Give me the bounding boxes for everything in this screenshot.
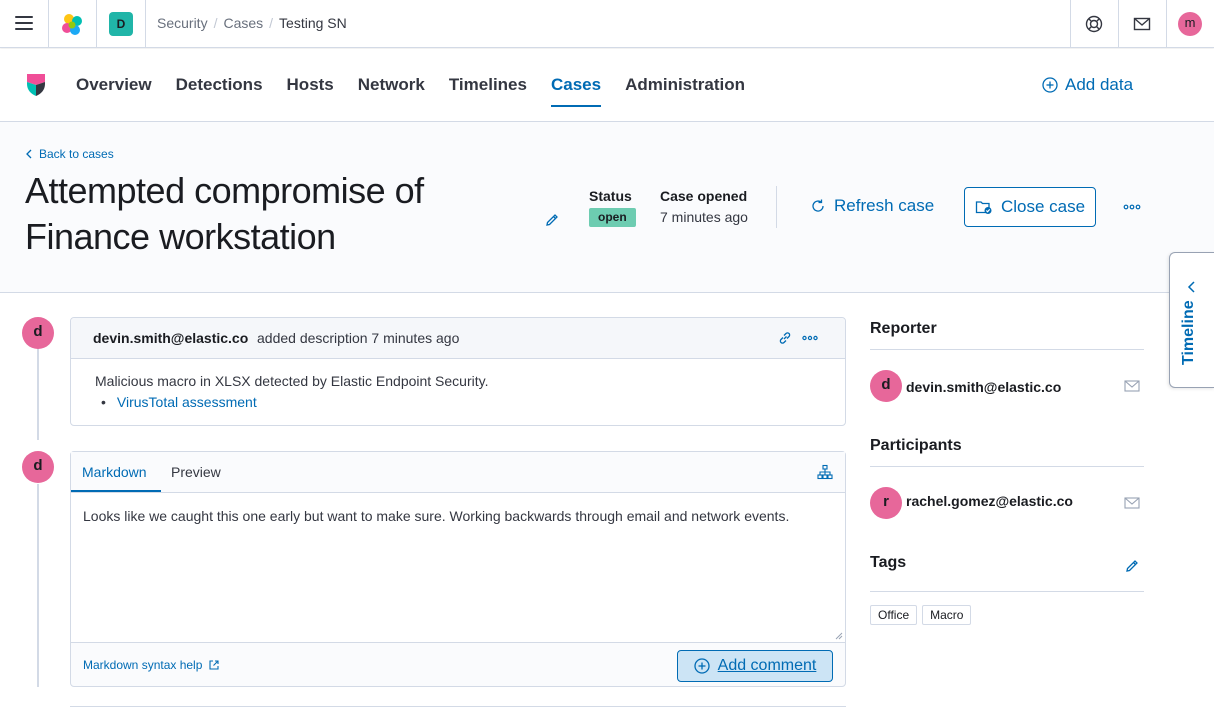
status-label: Status xyxy=(589,188,632,204)
tag-list: Office Macro xyxy=(870,605,972,625)
link-icon[interactable] xyxy=(777,330,793,346)
back-to-cases-label: Back to cases xyxy=(39,147,114,161)
tools-icon[interactable] xyxy=(817,464,833,480)
editor-tabs: Markdown Preview xyxy=(71,452,845,493)
comment-editor: Markdown Preview Looks like we caught th… xyxy=(70,451,846,687)
markdown-help-link[interactable]: Markdown syntax help xyxy=(83,658,220,672)
resize-handle-icon[interactable] xyxy=(835,632,843,640)
plus-circle-icon xyxy=(1042,77,1058,93)
status-badge: open xyxy=(589,208,636,227)
pencil-icon[interactable] xyxy=(544,212,560,228)
tab-preview[interactable]: Preview xyxy=(171,464,221,480)
avatar: d xyxy=(22,451,54,483)
mail-icon[interactable] xyxy=(1124,497,1140,509)
header-divider xyxy=(96,0,97,48)
header-divider xyxy=(1166,0,1167,48)
timeline-flyout-button[interactable]: Timeline xyxy=(1169,252,1214,388)
top-header: D Security / Cases / Testing SN m xyxy=(0,0,1214,48)
dots-icon[interactable] xyxy=(801,331,819,345)
description-text: Malicious macro in XLSX detected by Elas… xyxy=(95,373,489,389)
breadcrumb: Security / Cases / Testing SN xyxy=(157,15,347,31)
avatar: r xyxy=(870,487,902,519)
chevron-left-icon xyxy=(1187,281,1195,293)
markdown-help-label: Markdown syntax help xyxy=(83,658,203,672)
tab-cases[interactable]: Cases xyxy=(550,75,602,107)
divider xyxy=(70,706,846,707)
external-link-icon xyxy=(209,660,219,670)
description-header: devin.smith@elastic.co added description… xyxy=(71,318,845,359)
close-case-button[interactable]: Close case xyxy=(964,187,1096,227)
add-data-label: Add data xyxy=(1065,75,1134,94)
divider xyxy=(870,349,1144,350)
tab-overview[interactable]: Overview xyxy=(76,75,152,107)
header-divider xyxy=(1118,0,1119,48)
comment-textarea[interactable]: Looks like we caught this one early but … xyxy=(71,493,845,643)
timeline-connector xyxy=(37,340,39,440)
tab-detections[interactable]: Detections xyxy=(176,75,263,107)
list-item: • VirusTotal assessment xyxy=(101,394,257,410)
bullet-glyph: • xyxy=(101,394,106,410)
description-author: devin.smith@elastic.co xyxy=(93,330,249,346)
case-header: Back to cases Attempted compromise of Fi… xyxy=(0,122,1214,293)
add-comment-label: Add comment xyxy=(717,657,817,674)
reporter-email: devin.smith@elastic.co xyxy=(906,379,1062,395)
comment-text: Looks like we caught this one early but … xyxy=(83,508,790,524)
dots-icon[interactable] xyxy=(1122,200,1142,214)
nav-tabs: Overview Detections Hosts Network Timeli… xyxy=(76,75,745,107)
participant-email: rachel.gomez@elastic.co xyxy=(906,493,1073,509)
tag-badge[interactable]: Office xyxy=(870,605,918,625)
tags-title: Tags xyxy=(870,554,907,571)
timeline-connector xyxy=(37,484,39,687)
tab-administration[interactable]: Administration xyxy=(625,75,745,107)
add-data-button[interactable]: Add data xyxy=(1042,75,1133,95)
reporter-title: Reporter xyxy=(870,320,937,337)
header-divider xyxy=(145,0,146,48)
back-to-cases-link[interactable]: Back to cases xyxy=(25,147,114,161)
tag-badge[interactable]: Macro xyxy=(922,605,972,625)
divider xyxy=(870,466,1144,467)
description-action: added description 7 minutes ago xyxy=(257,330,460,346)
close-case-label: Close case xyxy=(1000,197,1086,216)
description-panel: devin.smith@elastic.co added description… xyxy=(70,317,846,426)
virustotal-link[interactable]: VirusTotal assessment xyxy=(117,394,257,410)
tab-network[interactable]: Network xyxy=(358,75,425,107)
refresh-case-button[interactable]: Refresh case xyxy=(810,196,934,216)
mail-icon[interactable] xyxy=(1132,14,1152,34)
case-opened-value: 7 minutes ago xyxy=(660,209,748,225)
page-title: Attempted compromise of Finance workstat… xyxy=(25,170,424,257)
chevron-left-icon xyxy=(26,149,32,159)
refresh-case-label: Refresh case xyxy=(834,196,935,215)
add-comment-button[interactable]: Add comment xyxy=(677,650,833,682)
refresh-icon xyxy=(812,199,824,212)
pencil-icon[interactable] xyxy=(1124,558,1140,574)
header-divider xyxy=(48,0,49,48)
header-divider xyxy=(1070,0,1071,48)
avatar: d xyxy=(22,317,54,349)
menu-icon[interactable] xyxy=(15,16,33,30)
elastic-logo-icon[interactable] xyxy=(60,13,84,37)
space-avatar[interactable]: D xyxy=(109,12,133,36)
app-navigation: Overview Detections Hosts Network Timeli… xyxy=(0,49,1214,122)
breadcrumb-current: Testing SN xyxy=(279,15,347,31)
mail-icon[interactable] xyxy=(1124,380,1140,392)
plus-circle-icon xyxy=(693,658,710,674)
breadcrumb-cases[interactable]: Cases xyxy=(223,15,263,31)
help-icon[interactable] xyxy=(1084,14,1104,34)
avatar: d xyxy=(870,370,902,402)
case-opened-label: Case opened xyxy=(660,188,748,204)
tab-hosts[interactable]: Hosts xyxy=(287,75,334,107)
active-tab-indicator xyxy=(71,490,161,492)
folder-check-icon xyxy=(975,201,992,214)
divider xyxy=(870,591,1144,592)
breadcrumb-security[interactable]: Security xyxy=(157,15,208,31)
security-logo-icon[interactable] xyxy=(24,72,48,98)
participants-title: Participants xyxy=(870,437,962,454)
user-avatar[interactable]: m xyxy=(1178,12,1202,36)
tab-markdown[interactable]: Markdown xyxy=(82,464,147,480)
header-divider xyxy=(776,186,777,228)
timeline-label: Timeline xyxy=(1180,300,1197,365)
tab-timelines[interactable]: Timelines xyxy=(449,75,527,107)
